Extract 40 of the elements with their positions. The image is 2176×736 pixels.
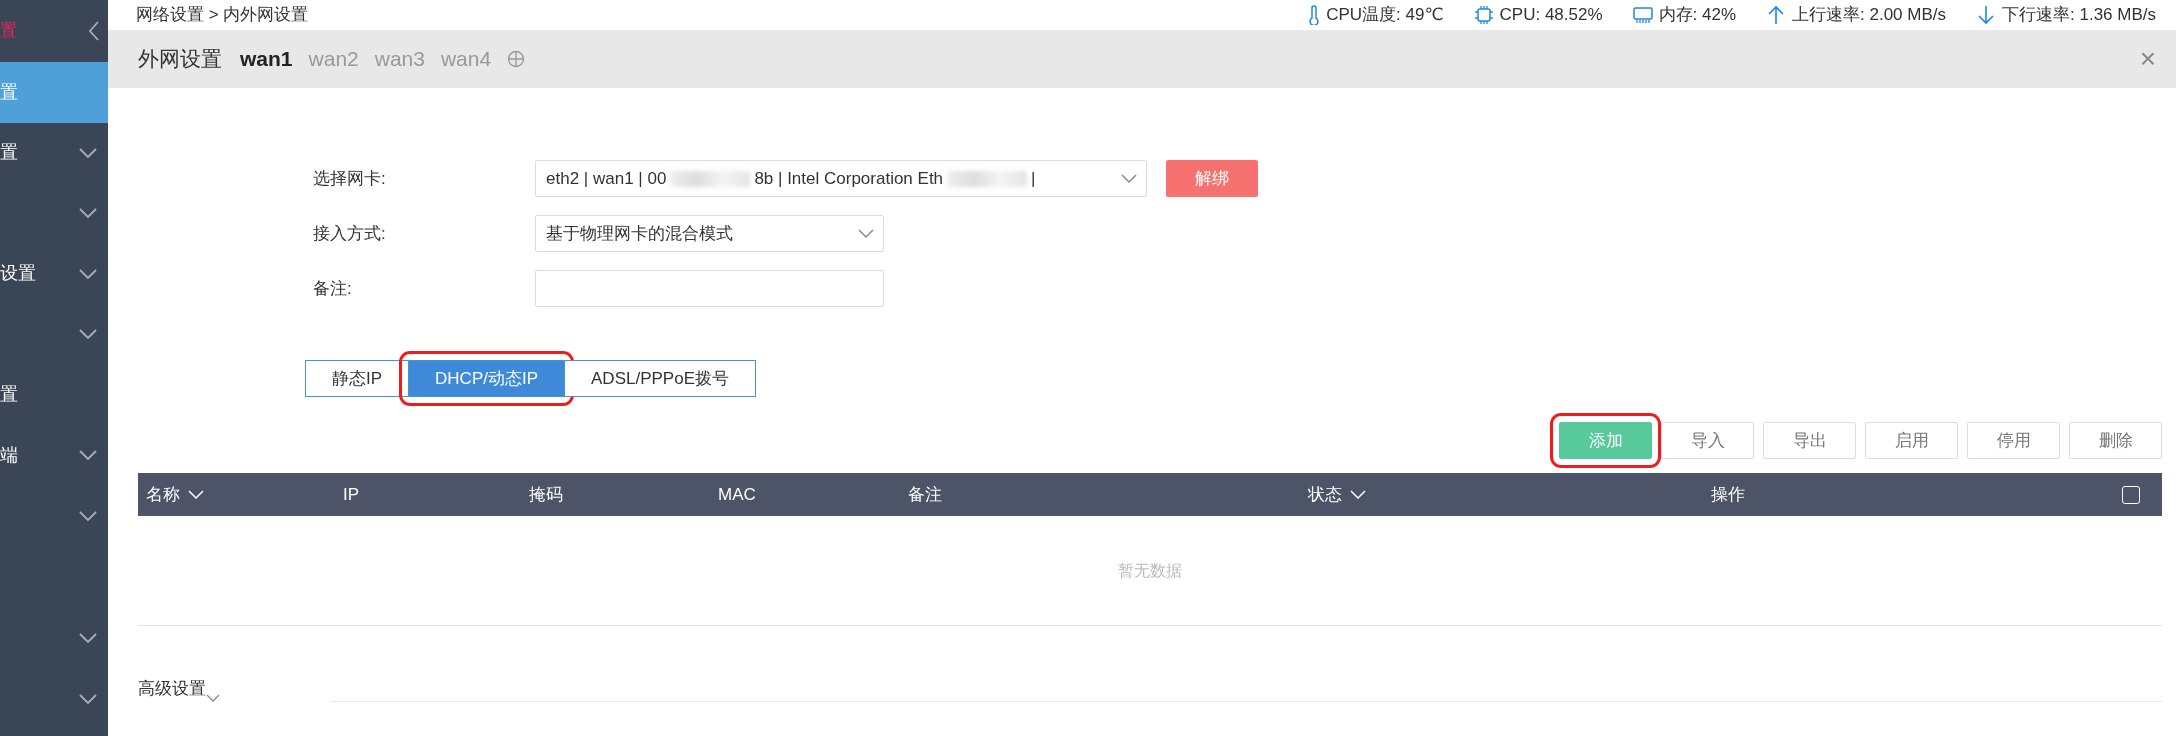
chip-icon bbox=[1473, 5, 1494, 25]
select-all-checkbox[interactable] bbox=[2122, 485, 2140, 504]
sidebar-item[interactable]: 设置 bbox=[0, 243, 108, 304]
arrow-down-icon bbox=[1976, 5, 1996, 25]
sidebar-item[interactable]: 置 bbox=[0, 122, 108, 183]
column-header[interactable]: 备注 bbox=[908, 481, 942, 508]
input-field[interactable] bbox=[535, 270, 884, 307]
sidebar-item[interactable]: 端 bbox=[0, 425, 108, 486]
column-header[interactable]: 操作 bbox=[1711, 481, 1745, 508]
column-header[interactable]: 掩码 bbox=[529, 481, 563, 508]
chevron-down-icon bbox=[1120, 173, 1138, 184]
tab[interactable]: wan1 bbox=[240, 43, 293, 75]
advanced-settings-toggle[interactable]: 高级设置 bbox=[138, 676, 206, 702]
column-header[interactable]: MAC bbox=[718, 481, 756, 508]
sidebar-item[interactable]: 置 bbox=[0, 364, 108, 425]
chevron-down-icon bbox=[206, 693, 220, 702]
status-reading: CPU温度: 49℃ bbox=[1326, 4, 1444, 27]
mode-tab[interactable]: 静态IP bbox=[305, 360, 410, 397]
breadcrumb: 网络设置 > 内外网设置 bbox=[136, 4, 309, 27]
field-label: 接入方式: bbox=[313, 222, 387, 245]
status-reading: 上行速率: 2.00 MB/s bbox=[1792, 4, 1946, 27]
sidebar-title: 置 bbox=[0, 20, 17, 43]
memory-icon bbox=[1632, 5, 1653, 25]
add-circle-icon bbox=[507, 50, 526, 68]
mode-tab[interactable]: ADSL/PPPoE拨号 bbox=[564, 360, 756, 397]
column-header[interactable]: IP bbox=[343, 481, 360, 508]
field-label: 选择网卡: bbox=[313, 167, 387, 190]
status-reading: 内存: 42% bbox=[1658, 4, 1737, 27]
section-title: 外网设置 bbox=[138, 46, 222, 73]
select-field[interactable]: eth2 | wan1 | 00 8b | Intel Corporation Eth | bbox=[535, 160, 1147, 197]
field-label: 备注: bbox=[313, 277, 353, 300]
collapse-icon bbox=[88, 20, 100, 42]
column-header[interactable]: 状态 bbox=[1308, 481, 1342, 508]
select-field[interactable]: 基于物理网卡的混合模式 bbox=[535, 215, 884, 252]
status-reading: 下行速率: 1.36 MB/s bbox=[2002, 4, 2156, 27]
thermometer-icon bbox=[1308, 5, 1321, 25]
status-reading: CPU: 48.52% bbox=[1499, 4, 1603, 27]
chevron-down-icon bbox=[857, 228, 875, 239]
column-header[interactable]: 名称 bbox=[146, 481, 180, 508]
empty-message: 暂无数据 bbox=[1118, 560, 1182, 581]
